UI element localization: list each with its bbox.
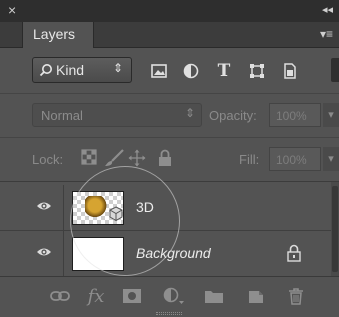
layer-thumbnail [72,191,124,225]
blend-mode-value: Normal [41,108,83,123]
tab-layers[interactable]: Layers [22,22,95,48]
chevron-updown-icon: ⇕ [112,61,123,75]
smart-object-filter-icon[interactable] [281,62,299,80]
layer-thumbnail [72,237,124,271]
panel-title-bar: × ◂◂ [0,0,339,22]
panel-menu-icon[interactable]: ▾≡ [320,27,333,41]
filter-kind-label: Kind [56,62,85,78]
new-group-folder-icon[interactable] [202,285,226,307]
3d-object-preview [85,196,107,220]
close-panel-icon[interactable]: × [8,2,16,18]
opacity-input[interactable]: 100% [269,103,321,127]
opacity-label: Opacity: [209,108,257,123]
collapse-panel-icon[interactable]: ◂◂ [322,3,333,16]
lock-fill-row: Lock: Fill: 100% ▾ [0,138,339,182]
add-mask-icon[interactable] [120,285,144,307]
layer-row-background[interactable]: Background [0,231,339,277]
new-layer-icon[interactable] [244,285,268,307]
layer-name[interactable]: 3D [136,199,154,215]
fill-input[interactable]: 100% [269,147,321,171]
layers-list: 3D Background [0,182,339,277]
layers-bottom-toolbar: fx [0,276,339,317]
blend-opacity-row: Normal ⇕ Opacity: 100% ▾ [0,94,339,138]
fx-icon[interactable]: fx [84,285,108,307]
search-icon [39,64,52,77]
layers-scrollbar[interactable] [331,182,339,276]
lock-position-move-icon[interactable] [128,149,146,167]
fill-label: Fill: [239,152,260,167]
lock-image-pixels-brush-icon[interactable] [104,149,124,167]
filter-toggle-switch[interactable] [331,58,339,82]
panel-resize-grip[interactable] [156,312,182,315]
blend-mode-select[interactable]: Normal ⇕ [32,103,202,127]
trash-icon[interactable] [284,285,308,307]
shape-filter-icon[interactable] [248,62,266,80]
lock-all-icon[interactable] [156,149,174,167]
type-filter-icon[interactable]: T [215,61,233,81]
3d-cube-icon [109,206,123,222]
layer-name[interactable]: Background [136,245,211,261]
scrollbar-thumb[interactable] [332,186,338,272]
layer-lock-icon [287,244,301,262]
eye-icon[interactable] [36,246,52,258]
eye-icon[interactable] [36,200,52,212]
lock-label: Lock: [32,152,64,167]
link-layers-icon[interactable] [48,285,72,307]
opacity-dropdown-icon[interactable]: ▾ [323,103,339,127]
filter-kind-select[interactable]: Kind ⇕ [32,57,132,83]
new-adjustment-icon[interactable] [162,285,186,307]
visibility-toggle[interactable] [24,185,64,230]
adjustment-filter-icon[interactable] [182,62,200,80]
layer-row-3d[interactable]: 3D [0,185,339,231]
layer-filter-row: Kind ⇕ T [0,48,339,94]
pixel-filter-icon[interactable] [150,62,168,80]
visibility-toggle[interactable] [24,231,64,276]
fill-dropdown-icon[interactable]: ▾ [323,147,339,171]
panel-tab-strip: Layers ▾≡ [0,22,339,48]
chevron-updown-icon: ⇕ [184,106,195,120]
lock-transparent-pixels-icon[interactable] [80,149,98,167]
